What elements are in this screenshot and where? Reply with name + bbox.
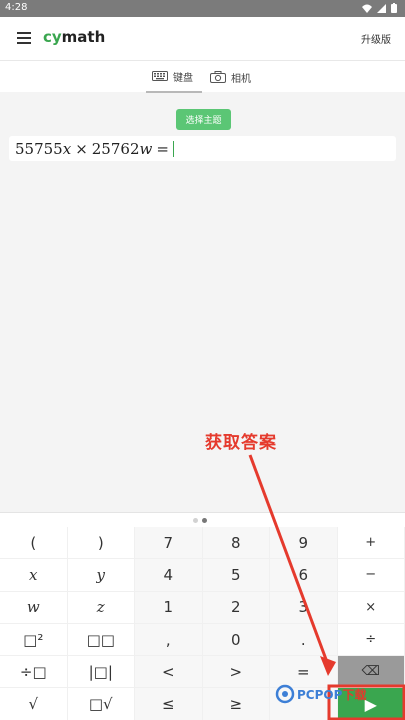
tab-keyboard[interactable]: 键盘 bbox=[146, 61, 202, 93]
key-□√[interactable]: □√ bbox=[67, 688, 135, 720]
keyboard-icon bbox=[152, 71, 168, 81]
key-w[interactable]: w bbox=[0, 591, 68, 624]
key-<[interactable]: < bbox=[135, 656, 203, 689]
key-6[interactable]: 6 bbox=[270, 559, 338, 592]
key-|□|[interactable]: |□| bbox=[67, 656, 135, 689]
status-time: 4:28 bbox=[5, 2, 28, 13]
page-dot[interactable] bbox=[193, 518, 198, 523]
key-2[interactable]: 2 bbox=[202, 591, 270, 624]
key-÷□[interactable]: ÷□ bbox=[0, 656, 68, 689]
key->[interactable]: > bbox=[202, 656, 270, 689]
key-x[interactable]: x bbox=[0, 559, 68, 592]
input-mode-tabs: 键盘 相机 bbox=[0, 60, 405, 93]
watermark-suffix: 下载 bbox=[342, 687, 367, 702]
annotation-label: 获取答案 bbox=[205, 433, 277, 453]
wifi-icon bbox=[362, 4, 372, 13]
key-,[interactable]: , bbox=[135, 623, 203, 657]
key-□²[interactable]: □² bbox=[0, 623, 68, 657]
choose-topic-button[interactable]: 选择主题 bbox=[176, 109, 231, 130]
key-9[interactable]: 9 bbox=[270, 527, 338, 560]
key-÷[interactable]: ÷ bbox=[337, 623, 405, 657]
tab-camera-label: 相机 bbox=[231, 73, 251, 85]
watermark-brand: PCPOP bbox=[297, 687, 343, 702]
battery-icon bbox=[391, 3, 397, 13]
upgrade-button[interactable]: 升级版 bbox=[361, 31, 391, 46]
key-≥[interactable]: ≥ bbox=[202, 688, 270, 720]
expr-variable: w bbox=[139, 139, 153, 158]
app-bar: cymath 升级版 bbox=[0, 17, 405, 60]
text-cursor bbox=[172, 140, 174, 157]
key-4[interactable]: 4 bbox=[135, 559, 203, 592]
status-icons bbox=[362, 3, 397, 13]
status-bar: 4:28 bbox=[0, 0, 405, 17]
key-([interactable]: ( bbox=[0, 527, 68, 560]
key-√[interactable]: √ bbox=[0, 688, 68, 720]
page-dot[interactable] bbox=[202, 518, 207, 523]
expr-variable: x bbox=[62, 139, 72, 158]
expr-number: 55755 bbox=[15, 139, 63, 158]
key-×[interactable]: × bbox=[337, 591, 405, 624]
key-1[interactable]: 1 bbox=[135, 591, 203, 624]
tab-keyboard-label: 键盘 bbox=[173, 72, 193, 84]
key-z[interactable]: z bbox=[67, 591, 135, 624]
key-7[interactable]: 7 bbox=[135, 527, 203, 560]
key-)[interactable]: ) bbox=[67, 527, 135, 560]
key-0[interactable]: 0 bbox=[202, 623, 270, 657]
hamburger-menu-icon[interactable] bbox=[17, 32, 31, 44]
expr-number: 25762 bbox=[91, 139, 140, 158]
app-logo: cymath bbox=[43, 28, 106, 46]
key-8[interactable]: 8 bbox=[202, 527, 270, 560]
key-+[interactable]: + bbox=[337, 527, 405, 560]
key-≤[interactable]: ≤ bbox=[135, 688, 203, 720]
key-5[interactable]: 5 bbox=[202, 559, 270, 592]
watermark: PCPOP下载 bbox=[275, 684, 366, 704]
tab-camera[interactable]: 相机 bbox=[210, 61, 266, 93]
watermark-logo-icon bbox=[275, 684, 295, 704]
keypad-page-indicator bbox=[193, 518, 207, 523]
key-□□[interactable]: □□ bbox=[67, 623, 135, 657]
expr-equals: = bbox=[156, 139, 169, 158]
signal-icon bbox=[377, 3, 386, 13]
camera-icon bbox=[210, 71, 226, 83]
expr-operator: × bbox=[75, 139, 88, 158]
key-y[interactable]: y bbox=[67, 559, 135, 592]
key-−[interactable]: − bbox=[337, 559, 405, 592]
key-3[interactable]: 3 bbox=[270, 591, 338, 624]
math-input[interactable]: 55755 x × 25762 w = bbox=[9, 136, 396, 161]
key-.[interactable]: . bbox=[270, 623, 338, 657]
